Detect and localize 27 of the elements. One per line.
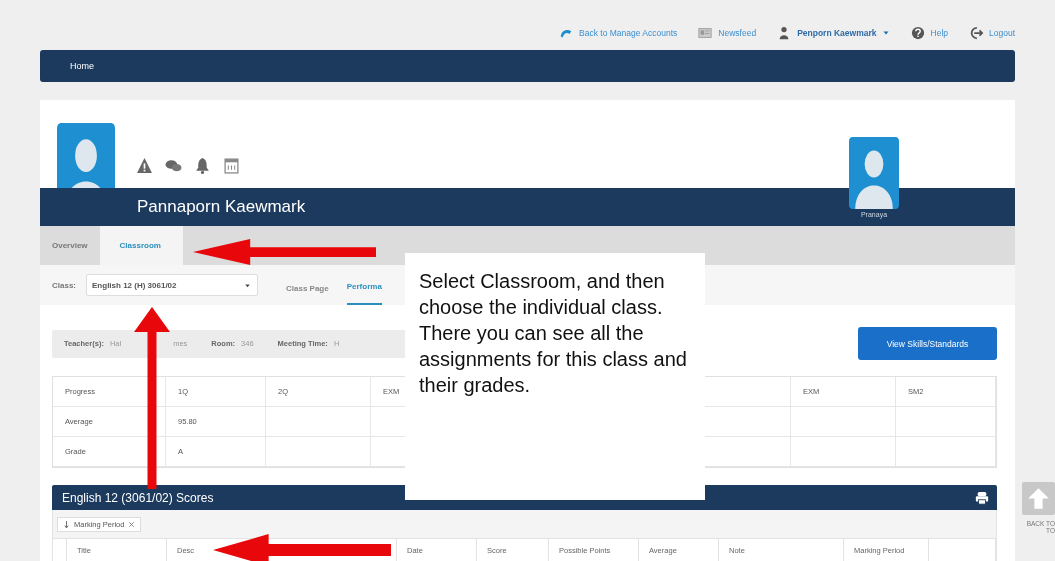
home-link[interactable]: Home [70, 61, 94, 71]
logout-icon [968, 26, 984, 40]
help-icon [909, 26, 926, 40]
class-nav-link[interactable]: Performa [346, 277, 382, 305]
top-link[interactable]: Penporn Kaewmark [776, 26, 890, 40]
newspaper-icon [697, 26, 714, 40]
callout-text: Select Classroom, and then choose the individual class. There you can see all the assignments for this class and their grades. [405, 253, 705, 500]
class-nav-link[interactable]: Class Page [286, 277, 329, 305]
avatar-silhouette [849, 137, 899, 209]
caret-icon [881, 29, 890, 37]
warning-icon[interactable] [136, 157, 153, 174]
bell-icon[interactable] [194, 157, 211, 174]
top-link[interactable]: Help [909, 26, 948, 40]
student-name: Pannaporn Kaewmark [137, 197, 306, 217]
tab[interactable]: Overview [40, 226, 100, 265]
class-label: Class: [52, 280, 76, 290]
printer-icon[interactable] [975, 490, 989, 505]
panel-title: English 12 (3061/02) Scores [62, 490, 214, 505]
top-link[interactable]: Back to Manage Accounts [558, 26, 678, 40]
calendar-icon[interactable] [223, 157, 240, 174]
view-skills-button[interactable]: View Skills/Standards [858, 327, 997, 360]
chat-bubbles-icon[interactable] [165, 157, 182, 174]
top-link[interactable]: Logout [968, 26, 1015, 40]
tab[interactable]: Classroom [99, 226, 183, 265]
close-icon[interactable] [127, 519, 137, 529]
down-arrow-icon [62, 519, 71, 529]
class-dropdown[interactable]: English 12 (H) 3061/02 [86, 274, 258, 296]
